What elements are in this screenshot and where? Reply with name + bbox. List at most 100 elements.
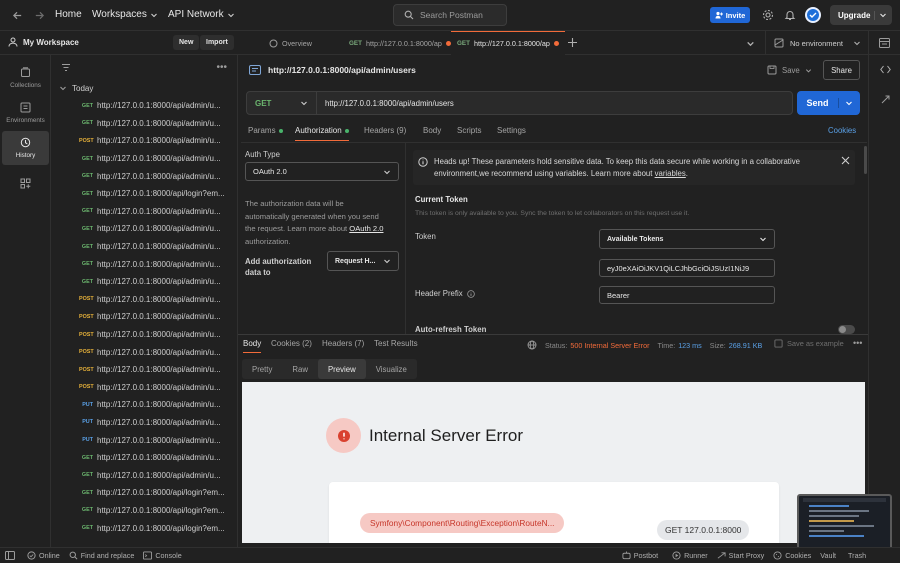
save-example-button[interactable]: Save as example — [774, 339, 844, 348]
available-tokens-select[interactable]: Available Tokens — [599, 229, 775, 249]
sidebar-item-configure[interactable] — [2, 166, 49, 200]
history-item[interactable]: POST http://127.0.0.1:8000/api/admin/u... — [51, 326, 237, 344]
tab-params[interactable]: Params — [248, 126, 283, 135]
tab-settings[interactable]: Settings — [497, 126, 526, 135]
method-select[interactable]: GET — [247, 92, 317, 114]
workspaces-menu[interactable]: Workspaces — [92, 9, 158, 20]
share-button[interactable]: Share — [823, 60, 860, 80]
forward-arrow-icon[interactable] — [34, 10, 45, 21]
history-item[interactable]: POST http://127.0.0.1:8000/api/admin/u... — [51, 291, 237, 309]
send-button[interactable]: Send — [797, 91, 860, 115]
chevron-down-icon[interactable] — [746, 39, 755, 48]
history-item[interactable]: PUT http://127.0.0.1:8000/api/admin/u... — [51, 414, 237, 432]
header-prefix-input[interactable]: Bearer — [599, 286, 775, 304]
variables-link[interactable]: variables — [655, 169, 686, 178]
add-auth-select[interactable]: Request H... — [327, 251, 399, 271]
sidebar-item-environments[interactable]: Environments — [2, 96, 49, 130]
history-item[interactable]: GET http://127.0.0.1:8000/api/admin/u... — [51, 167, 237, 185]
auto-refresh-toggle[interactable] — [838, 325, 855, 334]
pane-divider[interactable] — [238, 334, 868, 335]
find-replace-button[interactable]: Find and replace — [69, 551, 134, 560]
tab-request-active[interactable]: GET http://127.0.0.1:8000/ap — [451, 31, 565, 55]
new-button[interactable]: New — [173, 35, 200, 50]
token-input[interactable]: eyJ0eXAiOiJKV1QiLCJhbGciOiJSUzI1NiJ9 — [599, 259, 775, 277]
size-value[interactable]: 268.91 KB — [729, 341, 763, 350]
history-item[interactable]: GET http://127.0.0.1:8000/api/admin/u... — [51, 255, 237, 273]
history-item[interactable]: GET http://127.0.0.1:8000/api/login?em... — [51, 185, 237, 203]
history-item[interactable]: GET http://127.0.0.1:8000/api/admin/u... — [51, 97, 237, 115]
history-item[interactable]: PUT http://127.0.0.1:8000/api/admin/u... — [51, 396, 237, 414]
scrollbar[interactable] — [864, 146, 867, 174]
tab-headers[interactable]: Headers (9) — [364, 126, 406, 135]
history-item[interactable]: GET http://127.0.0.1:8000/api/admin/u... — [51, 203, 237, 221]
related-icon[interactable] — [880, 94, 900, 105]
import-button[interactable]: Import — [200, 35, 234, 50]
view-tab-raw[interactable]: Raw — [282, 359, 318, 379]
history-item[interactable]: GET http://127.0.0.1:8000/api/admin/u... — [51, 449, 237, 467]
runner-button[interactable]: Runner — [672, 551, 708, 560]
history-item[interactable]: POST http://127.0.0.1:8000/api/admin/u... — [51, 379, 237, 397]
history-item[interactable]: POST http://127.0.0.1:8000/api/admin/u... — [51, 132, 237, 150]
request-title[interactable]: http://127.0.0.1:8000/api/admin/users — [268, 65, 416, 75]
online-status[interactable]: Online — [27, 551, 60, 560]
response-tab-body[interactable]: Body — [243, 339, 262, 353]
chevron-down-icon[interactable] — [839, 99, 853, 107]
view-tab-pretty[interactable]: Pretty — [242, 359, 282, 379]
history-item[interactable]: GET http://127.0.0.1:8000/api/admin/u... — [51, 115, 237, 133]
console-button[interactable]: Console — [143, 551, 182, 560]
history-item[interactable]: GET http://127.0.0.1:8000/api/admin/u... — [51, 220, 237, 238]
status-value[interactable]: 500 Internal Server Error — [570, 341, 649, 350]
tab-request[interactable]: GET http://127.0.0.1:8000/ap — [349, 31, 451, 55]
postbot-button[interactable]: Postbot — [622, 551, 658, 560]
history-group-header[interactable]: Today — [51, 79, 237, 97]
start-proxy-button[interactable]: Start Proxy — [717, 551, 764, 560]
response-tab-cookies[interactable]: Cookies (2) — [271, 339, 312, 348]
filter-icon[interactable] — [61, 63, 71, 72]
view-tab-preview[interactable]: Preview — [317, 359, 366, 379]
plus-icon[interactable] — [567, 37, 578, 48]
history-item[interactable]: GET http://127.0.0.1:8000/api/admin/u... — [51, 238, 237, 256]
history-item[interactable]: GET http://127.0.0.1:8000/api/login?em... — [51, 502, 237, 520]
time-value[interactable]: 123 ms — [678, 341, 702, 350]
history-item[interactable]: PUT http://127.0.0.1:8000/api/admin/u... — [51, 431, 237, 449]
api-network-menu[interactable]: API Network — [168, 9, 235, 20]
info-icon[interactable] — [466, 289, 475, 298]
more-options-icon[interactable]: ••• — [853, 338, 862, 348]
close-icon[interactable] — [841, 156, 850, 165]
upgrade-button[interactable]: Upgrade — [830, 5, 892, 25]
back-arrow-icon[interactable] — [12, 10, 23, 21]
tab-authorization[interactable]: Authorization — [295, 126, 349, 141]
bell-icon[interactable] — [784, 9, 796, 21]
tab-overview[interactable]: Overview — [269, 31, 312, 55]
history-item[interactable]: GET http://127.0.0.1:8000/api/admin/u... — [51, 466, 237, 484]
sidebar-toggle-icon[interactable] — [5, 551, 15, 560]
vault-button[interactable]: Vault — [820, 551, 836, 560]
gear-icon[interactable] — [762, 9, 774, 21]
search-input[interactable]: Search Postman — [393, 4, 507, 26]
environment-selector[interactable]: No environment — [765, 31, 867, 55]
response-tab-headers[interactable]: Headers (7) — [322, 339, 364, 348]
history-item[interactable]: GET http://127.0.0.1:8000/api/admin/u... — [51, 273, 237, 291]
chevron-down-icon[interactable] — [875, 11, 887, 19]
more-options-icon[interactable]: ••• — [216, 62, 227, 73]
trash-button[interactable]: Trash — [848, 551, 866, 560]
cookies-button[interactable]: Cookies — [773, 551, 811, 560]
sidebar-item-collections[interactable]: Collections — [2, 61, 49, 95]
history-item[interactable]: POST http://127.0.0.1:8000/api/admin/u... — [51, 308, 237, 326]
globe-icon[interactable] — [527, 340, 537, 350]
sidebar-item-history[interactable]: History — [2, 131, 49, 165]
tab-scripts[interactable]: Scripts — [457, 126, 481, 135]
save-button[interactable]: Save — [767, 65, 812, 75]
auth-type-select[interactable]: OAuth 2.0 — [245, 162, 399, 181]
tab-body[interactable]: Body — [423, 126, 441, 135]
environment-quicklook-icon[interactable] — [868, 31, 900, 55]
invite-button[interactable]: Invite — [710, 7, 750, 23]
history-item[interactable]: POST http://127.0.0.1:8000/api/admin/u... — [51, 361, 237, 379]
workspace-name[interactable]: My Workspace — [8, 37, 79, 47]
cookies-link[interactable]: Cookies — [828, 126, 856, 135]
url-input[interactable]: http://127.0.0.1:8000/api/admin/users — [317, 99, 454, 108]
response-tab-tests[interactable]: Test Results — [374, 339, 418, 348]
history-item[interactable]: POST http://127.0.0.1:8000/api/admin/u... — [51, 343, 237, 361]
oauth-link[interactable]: OAuth 2.0 — [349, 224, 383, 233]
code-icon[interactable] — [880, 65, 900, 74]
